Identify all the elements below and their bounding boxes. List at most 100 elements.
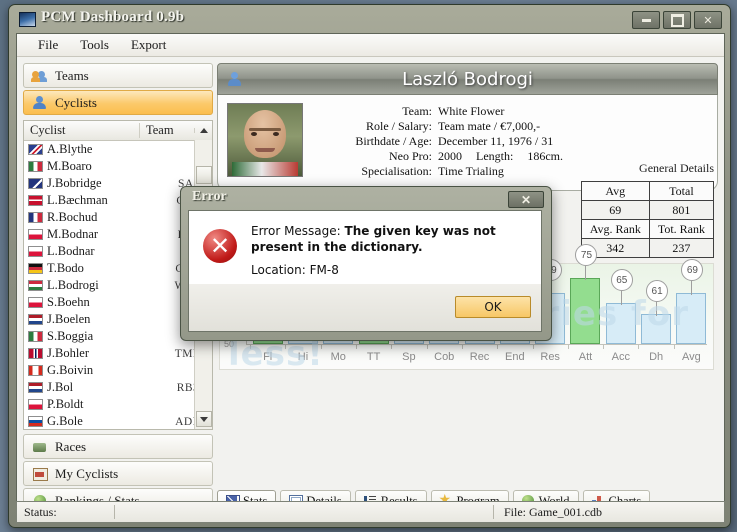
flag-icon bbox=[28, 280, 43, 291]
field-specialisation: Specialisation: Time Trialing bbox=[328, 164, 563, 179]
list-item-label: J.Bohler bbox=[47, 346, 90, 360]
list-item-label: G.Boivin bbox=[47, 363, 94, 377]
window-title: PCM Dashboard 0.9b bbox=[41, 9, 185, 25]
menu-item-file[interactable]: File bbox=[27, 35, 69, 55]
list-item[interactable]: A.Blythe bbox=[24, 141, 212, 158]
field-team: Team: White Flower bbox=[328, 104, 563, 119]
chart-bar-group[interactable]: 69 Avg bbox=[673, 259, 709, 363]
flag-icon bbox=[28, 229, 43, 240]
list-item-name-cell: J.Bohler bbox=[24, 346, 164, 361]
error-dialog-close-button[interactable]: ✕ bbox=[508, 191, 544, 208]
x-axis-tick-label: Mo bbox=[330, 351, 346, 363]
chart-bar-group[interactable]: 65 Acc bbox=[603, 268, 638, 363]
stat-value-tot-rank: 237 bbox=[648, 238, 715, 258]
x-axis-tick bbox=[320, 344, 322, 349]
x-axis-tick-label: Hi bbox=[297, 351, 309, 363]
bubble-stem bbox=[585, 266, 587, 280]
flag-icon bbox=[28, 263, 43, 274]
list-item-label: L.Bodnar bbox=[47, 244, 95, 258]
field-specialisation-value: Time Trialing bbox=[438, 164, 504, 178]
list-item[interactable]: P.Boldt bbox=[24, 396, 212, 413]
close-button[interactable]: ✕ bbox=[694, 11, 722, 29]
chart-bar-group[interactable]: 61 Dh bbox=[638, 268, 673, 363]
list-item[interactable]: G.Bole ADR bbox=[24, 413, 212, 429]
list-item[interactable]: G.Boivin bbox=[24, 362, 212, 379]
list-item-label: A.Blythe bbox=[47, 142, 93, 156]
field-team-label: Team: bbox=[402, 104, 432, 118]
x-axis-tick-label: Att bbox=[578, 351, 593, 363]
x-axis-tick bbox=[532, 344, 534, 349]
stat-header-total: Total bbox=[648, 181, 715, 201]
list-item-name-cell: S.Boehn bbox=[24, 295, 164, 310]
list-item-name-cell: J.Bobridge bbox=[24, 176, 164, 191]
list-item-label: P.Boldt bbox=[47, 397, 84, 411]
flag-icon bbox=[28, 246, 43, 257]
stat-value-avg: 69 bbox=[580, 200, 650, 220]
sidebar-item-my-cyclists[interactable]: My Cyclists bbox=[23, 461, 213, 486]
teams-icon bbox=[31, 68, 48, 83]
field-specialisation-label: Specialisation: bbox=[361, 164, 432, 178]
list-item-label: S.Boggia bbox=[47, 329, 94, 343]
x-axis-tick bbox=[497, 344, 499, 349]
x-axis-tick-label: Dh bbox=[649, 351, 664, 363]
flag-icon bbox=[28, 348, 43, 359]
x-axis-tick-label: Avg bbox=[682, 351, 701, 363]
list-item-label: R.Bochud bbox=[47, 210, 98, 224]
sidebar-item-races[interactable]: Races bbox=[23, 434, 213, 459]
error-message-label: Error Message: bbox=[251, 224, 341, 238]
chart-bar-group[interactable]: 75 Att bbox=[567, 244, 603, 363]
list-item[interactable]: J.Bohler TMB bbox=[24, 345, 212, 362]
flag-icon bbox=[28, 297, 43, 308]
general-details-label: General Details bbox=[639, 161, 714, 175]
rider-photo bbox=[227, 103, 303, 177]
x-axis-tick bbox=[673, 344, 675, 349]
column-header-team[interactable]: Team bbox=[139, 123, 194, 138]
desktop-background: PCM Dashboard 0.9b ✕ File Tools Export T… bbox=[0, 0, 737, 532]
field-role-salary-value: Team mate / €7,000,- bbox=[438, 119, 541, 133]
flag-icon bbox=[28, 416, 43, 427]
minimize-button[interactable] bbox=[632, 11, 660, 29]
flag-icon bbox=[28, 144, 43, 155]
menu-item-tools[interactable]: Tools bbox=[69, 35, 120, 55]
error-dialog-title-bar: Error ✕ bbox=[181, 187, 551, 209]
rider-left-fields: Team: White Flower Role / Salary: Team m… bbox=[328, 104, 563, 179]
scroll-down-button[interactable] bbox=[196, 411, 212, 427]
status-file-text: File: Game_001.cdb bbox=[504, 504, 602, 519]
flag-icon bbox=[28, 195, 43, 206]
list-item-label: J.Bol bbox=[47, 380, 74, 394]
list-item-label: G.Bole bbox=[47, 414, 83, 428]
sidebar-item-cyclists[interactable]: Cyclists bbox=[23, 90, 213, 115]
stat-value-total: 801 bbox=[648, 200, 715, 220]
sidebar-item-teams[interactable]: Teams bbox=[23, 63, 213, 88]
chart-value-bubble: 69 bbox=[681, 259, 704, 281]
x-axis-tick bbox=[391, 344, 393, 349]
menu-item-export[interactable]: Export bbox=[120, 35, 177, 55]
field-role-salary-label: Role / Salary: bbox=[366, 119, 432, 133]
field-neo-pro-label: Neo Pro: bbox=[389, 149, 432, 163]
chart-value-bubble: 65 bbox=[610, 269, 633, 291]
sidebar-item-teams-label: Teams bbox=[55, 67, 89, 83]
list-item-name-cell: G.Bole bbox=[24, 414, 164, 429]
field-birthdate-age-label: Birthdate / Age: bbox=[355, 134, 432, 148]
bubble-stem bbox=[691, 281, 693, 295]
ok-button[interactable]: OK bbox=[455, 296, 531, 318]
field-team-value: White Flower bbox=[438, 104, 505, 118]
x-axis-tick-label: Res bbox=[540, 351, 560, 363]
maximize-button[interactable] bbox=[663, 11, 691, 29]
x-axis-tick-label: Acc bbox=[611, 351, 630, 363]
sidebar-item-my-cyclists-label: My Cyclists bbox=[55, 465, 119, 481]
stats-table: Avg Total 69 801 Avg. Rank Tot. Rank 342… bbox=[580, 181, 715, 258]
scroll-up-button[interactable] bbox=[194, 128, 212, 133]
field-birthdate-age: Birthdate / Age: December 11, 1976 / 31 bbox=[328, 134, 563, 149]
list-item-label: S.Boehn bbox=[47, 295, 90, 309]
column-header-cyclist[interactable]: Cyclist bbox=[24, 123, 139, 138]
list-item-name-cell: J.Bol bbox=[24, 380, 164, 395]
x-axis-tick-label: End bbox=[505, 351, 525, 363]
scrollbar-thumb[interactable] bbox=[196, 166, 212, 184]
list-item[interactable]: M.Boaro bbox=[24, 158, 212, 175]
field-length-value: 186cm. bbox=[527, 149, 563, 163]
list-item[interactable]: J.Bol RB3 bbox=[24, 379, 212, 396]
bubble-stem bbox=[620, 291, 622, 305]
cyclist-icon bbox=[32, 95, 48, 110]
x-axis-tick bbox=[461, 344, 463, 349]
